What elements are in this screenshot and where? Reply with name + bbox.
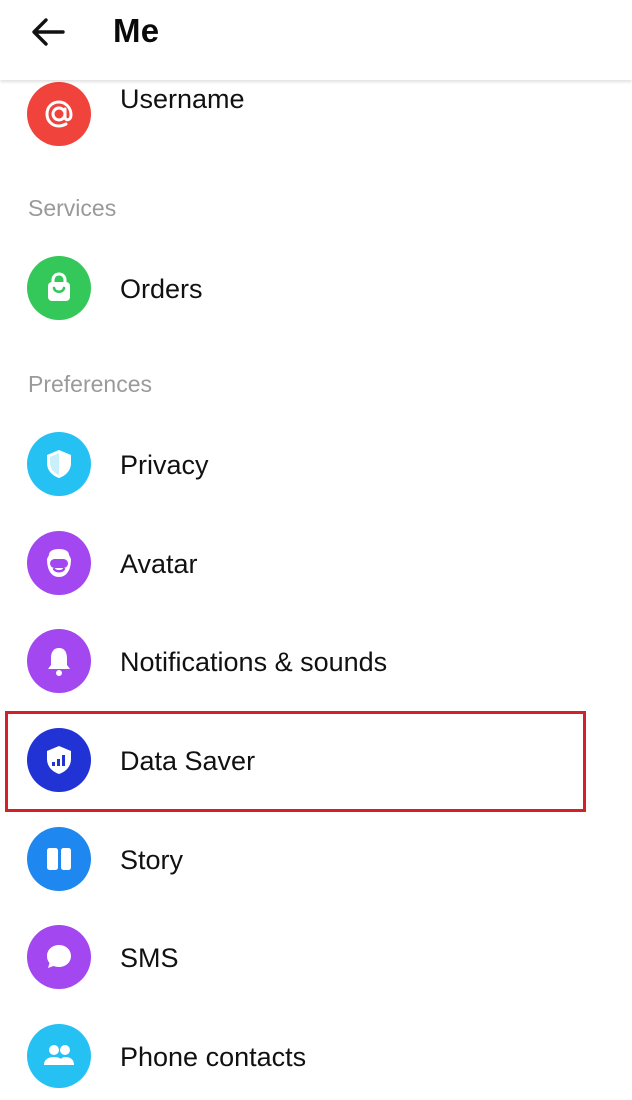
settings-item-avatar[interactable]: Avatar xyxy=(0,515,632,613)
story-icon-badge xyxy=(27,827,91,891)
settings-item-label: Orders xyxy=(120,274,203,304)
username-icon-badge xyxy=(27,82,91,146)
arrow-left-icon xyxy=(32,18,65,46)
app-bar: Me xyxy=(0,0,632,80)
orders-icon-badge xyxy=(27,256,91,320)
bell-icon xyxy=(48,648,70,676)
page-title: Me xyxy=(113,12,160,49)
settings-item-label: Avatar xyxy=(120,549,198,579)
privacy-icon-badge xyxy=(27,432,91,496)
settings-item-label: Privacy xyxy=(120,450,209,480)
settings-item-privacy[interactable]: Privacy xyxy=(0,416,632,514)
settings-item-phone-contacts[interactable]: Phone contacts xyxy=(0,1008,632,1100)
data-saver-icon-badge xyxy=(27,728,91,792)
notifications-icon-badge xyxy=(27,629,91,693)
settings-item-label: Story xyxy=(120,845,184,875)
settings-item-label: Phone contacts xyxy=(120,1042,307,1072)
settings-item-sms[interactable]: SMS xyxy=(0,909,632,1007)
settings-item-story[interactable]: Story xyxy=(0,811,632,909)
settings-item-data-saver[interactable]: Data Saver xyxy=(0,712,632,810)
settings-item-label: Data Saver xyxy=(120,746,256,776)
shopping-bag-icon xyxy=(48,272,70,301)
shield-signal-icon xyxy=(47,746,71,774)
settings-item-orders[interactable]: Orders xyxy=(0,240,632,338)
settings-item-label: Username xyxy=(120,84,245,114)
section-header-services: Services xyxy=(28,195,117,221)
shield-icon xyxy=(47,450,71,478)
story-cards-icon xyxy=(47,848,71,870)
sms-icon-badge xyxy=(27,925,91,989)
avatar-face-icon xyxy=(47,549,71,577)
people-icon xyxy=(44,1045,74,1065)
section-header-preferences: Preferences xyxy=(28,371,153,397)
settings-item-label: Notifications & sounds xyxy=(120,647,388,677)
settings-item-notifications[interactable]: Notifications & sounds xyxy=(0,613,632,711)
phone-contacts-icon-badge xyxy=(27,1024,91,1088)
at-sign-icon xyxy=(45,100,73,128)
settings-item-label: SMS xyxy=(120,943,179,973)
chat-bubble-icon xyxy=(47,945,71,968)
avatar-icon-badge xyxy=(27,531,91,595)
me-settings-screen: Me Username Services Orders Preferences xyxy=(0,0,632,1100)
back-button[interactable] xyxy=(24,10,72,54)
